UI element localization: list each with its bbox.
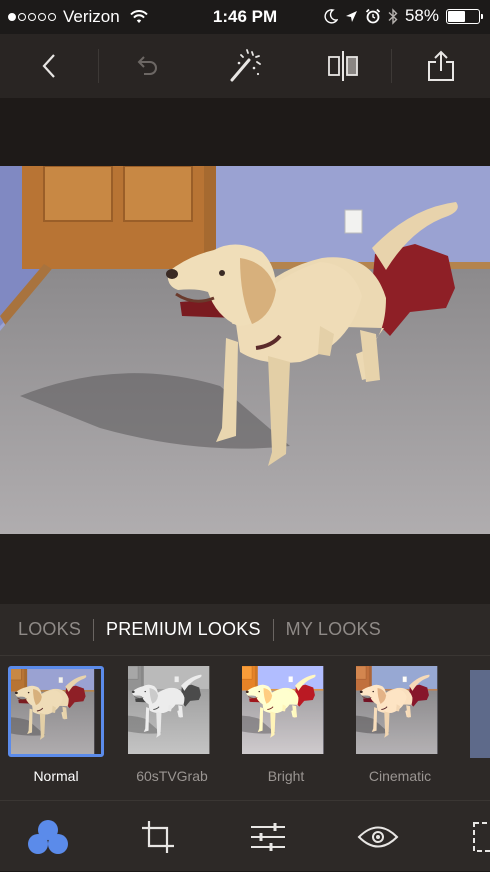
adjust-tool-button[interactable] <box>240 801 296 872</box>
look-preview-image <box>356 666 438 754</box>
crop-tool-button[interactable] <box>130 801 186 872</box>
canvas-bottom-margin <box>0 534 490 604</box>
location-arrow-icon <box>345 10 358 23</box>
status-right: 58% <box>324 6 483 26</box>
look-label: 60sTVGrab <box>136 768 208 784</box>
bottom-tool-bar <box>0 800 490 871</box>
selection-icon <box>473 821 490 852</box>
bluetooth-icon <box>388 7 398 25</box>
look-item-cinematic[interactable]: Cinematic <box>350 666 450 784</box>
look-item-60stvgrab[interactable]: 60sTVGrab <box>122 666 222 784</box>
looks-strip: Normal 60sTVGrab Bright Cinematic <box>0 656 490 800</box>
eye-icon <box>357 826 399 847</box>
tab-my-looks[interactable]: MY LOOKS <box>286 619 381 640</box>
look-item-normal[interactable]: Normal <box>6 666 106 784</box>
look-item-partial[interactable] <box>470 670 490 758</box>
dog-photo <box>0 166 490 534</box>
look-preview-image <box>128 666 210 754</box>
look-thumbnail <box>242 666 330 754</box>
alarm-icon <box>365 8 381 24</box>
looks-circles-icon <box>28 819 68 854</box>
look-label: Normal <box>33 768 79 784</box>
look-item-bright[interactable]: Bright <box>236 666 336 784</box>
canvas-top-margin <box>0 98 490 166</box>
looks-tabs: LOOKS PREMIUM LOOKS MY LOOKS <box>0 604 490 656</box>
tab-premium-looks[interactable]: PREMIUM LOOKS <box>106 619 261 640</box>
share-button[interactable] <box>392 34 490 98</box>
tab-divider <box>272 618 274 641</box>
photo-canvas[interactable] <box>0 166 490 534</box>
looks-tool-button[interactable] <box>20 801 76 872</box>
top-toolbar <box>0 34 490 98</box>
auto-enhance-button[interactable] <box>196 34 294 98</box>
look-preview-image <box>11 669 95 754</box>
crop-icon <box>142 820 174 853</box>
back-button[interactable] <box>0 34 98 98</box>
moon-icon <box>324 8 338 24</box>
look-preview-image <box>242 666 324 754</box>
battery-percent: 58% <box>404 6 439 25</box>
back-chevron-icon <box>42 54 55 78</box>
view-tool-button[interactable] <box>350 801 406 872</box>
tab-looks[interactable]: LOOKS <box>18 619 81 640</box>
undo-icon <box>137 56 158 75</box>
share-icon <box>428 50 455 81</box>
compare-split-icon <box>327 51 358 81</box>
battery-icon <box>446 8 483 24</box>
auto-enhance-wand-icon <box>230 49 261 82</box>
adjust-sliders-icon <box>251 822 285 851</box>
look-thumbnail <box>128 666 216 754</box>
look-label: Bright <box>267 768 305 784</box>
undo-button[interactable] <box>99 34 197 98</box>
selection-tool-button[interactable] <box>466 801 490 872</box>
look-thumbnail <box>356 666 444 754</box>
status-bar: Verizon 1:46 PM 58% <box>0 0 490 34</box>
look-thumbnail <box>8 666 104 757</box>
look-label: Cinematic <box>368 768 432 784</box>
compare-button[interactable] <box>294 34 392 98</box>
tab-divider <box>93 618 95 641</box>
